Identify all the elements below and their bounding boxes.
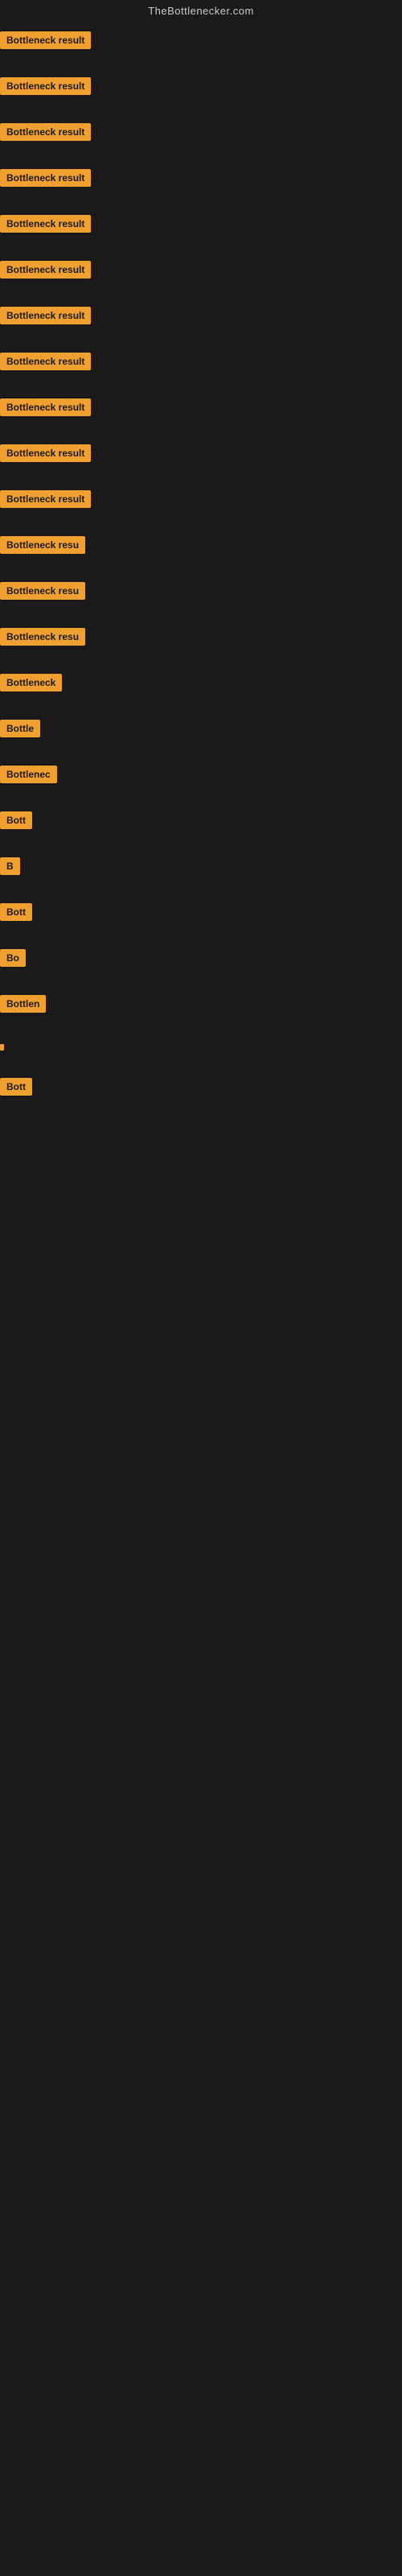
bottleneck-label: Bott bbox=[0, 903, 32, 921]
bottleneck-item: Bottle bbox=[0, 713, 402, 759]
bottleneck-label: B bbox=[0, 857, 20, 875]
bottleneck-label: Bottlenec bbox=[0, 766, 57, 783]
bottleneck-item: Bott bbox=[0, 897, 402, 943]
bottleneck-item: Bo bbox=[0, 943, 402, 989]
bottleneck-item: Bott bbox=[0, 1071, 402, 1117]
bottleneck-label: Bottleneck result bbox=[0, 490, 91, 508]
bottleneck-label: Bottleneck result bbox=[0, 123, 91, 141]
bottleneck-label: Bottlen bbox=[0, 995, 46, 1013]
bottleneck-item: Bottleneck result bbox=[0, 300, 402, 346]
bottleneck-label: Bottleneck result bbox=[0, 215, 91, 233]
bottleneck-item: Bottleneck result bbox=[0, 117, 402, 163]
bottleneck-item: Bottleneck bbox=[0, 667, 402, 713]
bottleneck-item: Bottleneck resu bbox=[0, 530, 402, 576]
bottleneck-item: Bottleneck result bbox=[0, 484, 402, 530]
bottleneck-item: Bottleneck resu bbox=[0, 576, 402, 621]
bottleneck-label: Bottleneck resu bbox=[0, 536, 85, 554]
bottleneck-item: Bottleneck result bbox=[0, 71, 402, 117]
bottleneck-item: Bottleneck result bbox=[0, 438, 402, 484]
bottleneck-item: Bott bbox=[0, 805, 402, 851]
site-header: TheBottlenecker.com bbox=[0, 0, 402, 25]
bottleneck-item: B bbox=[0, 851, 402, 897]
items-container: Bottleneck result Bottleneck result Bottle… bbox=[0, 25, 402, 1117]
bottleneck-item bbox=[0, 1034, 402, 1071]
bottleneck-label: Bottleneck resu bbox=[0, 582, 85, 600]
bottleneck-label: Bottleneck resu bbox=[0, 628, 85, 646]
bottleneck-item: Bottleneck result bbox=[0, 25, 402, 71]
bottleneck-item: Bottleneck result bbox=[0, 208, 402, 254]
bottleneck-label: Bottleneck result bbox=[0, 307, 91, 324]
bottleneck-label: Bottleneck result bbox=[0, 261, 91, 279]
bottleneck-bar bbox=[0, 1044, 4, 1051]
bottleneck-label: Bottleneck result bbox=[0, 398, 91, 416]
bottleneck-item: Bottleneck result bbox=[0, 346, 402, 392]
site-title: TheBottlenecker.com bbox=[0, 0, 402, 25]
bottleneck-label: Bottleneck bbox=[0, 674, 62, 691]
bottleneck-label: Bott bbox=[0, 811, 32, 829]
bottleneck-label: Bottleneck result bbox=[0, 77, 91, 95]
bottleneck-item: Bottlen bbox=[0, 989, 402, 1034]
bottleneck-item: Bottleneck result bbox=[0, 254, 402, 300]
bottleneck-bar-container bbox=[0, 1044, 402, 1054]
bottleneck-label: Bo bbox=[0, 949, 26, 967]
bottleneck-item: Bottleneck result bbox=[0, 392, 402, 438]
bottleneck-item: Bottlenec bbox=[0, 759, 402, 805]
bottleneck-label: Bott bbox=[0, 1078, 32, 1096]
bottleneck-label: Bottle bbox=[0, 720, 40, 737]
bottleneck-label: Bottleneck result bbox=[0, 169, 91, 187]
bottleneck-item: Bottleneck result bbox=[0, 163, 402, 208]
bottleneck-label: Bottleneck result bbox=[0, 444, 91, 462]
bottleneck-label: Bottleneck result bbox=[0, 353, 91, 370]
bottleneck-item: Bottleneck resu bbox=[0, 621, 402, 667]
bottleneck-label: Bottleneck result bbox=[0, 31, 91, 49]
